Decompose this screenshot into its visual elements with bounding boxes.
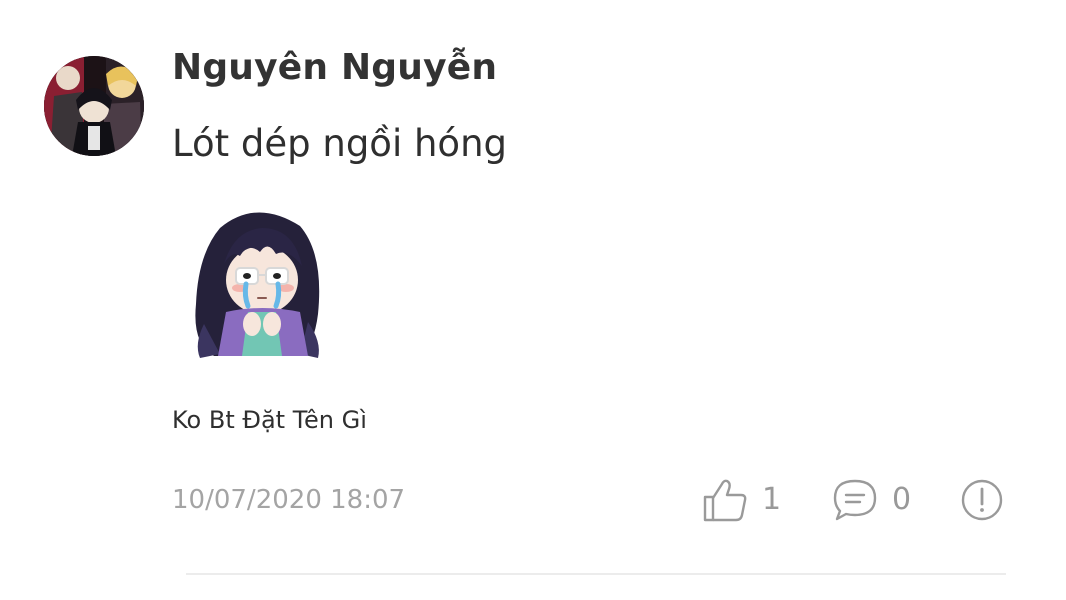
- speech-bubble-icon: [833, 479, 877, 521]
- comment-timestamp: 10/07/2020 18:07: [172, 485, 406, 515]
- comment-author[interactable]: Nguyên Nguyễn: [172, 40, 1026, 96]
- sticker-name: Ko Bt Đặt Tên Gì: [172, 406, 367, 434]
- comment-meta: 10/07/2020 18:07 1 0: [172, 478, 1026, 522]
- anime-girl-crying-sticker: [195, 212, 320, 358]
- divider: [186, 573, 1006, 575]
- report-button[interactable]: [960, 478, 1004, 522]
- exclamation-circle-icon: [961, 479, 1003, 521]
- thumbs-up-icon: [703, 479, 747, 522]
- reply-count: 0: [892, 482, 912, 517]
- reply-button[interactable]: 0: [832, 478, 911, 522]
- comment-item: Nguyên Nguyễn Lót dép ngồi hóng Ko Bt Đặ…: [0, 0, 1066, 600]
- avatar-image: [44, 56, 144, 156]
- like-count: 1: [762, 482, 782, 517]
- comment-text: Lót dép ngồi hóng: [172, 122, 508, 165]
- comment-sticker: [190, 204, 328, 362]
- like-button[interactable]: 1: [702, 478, 781, 522]
- avatar[interactable]: [44, 56, 144, 156]
